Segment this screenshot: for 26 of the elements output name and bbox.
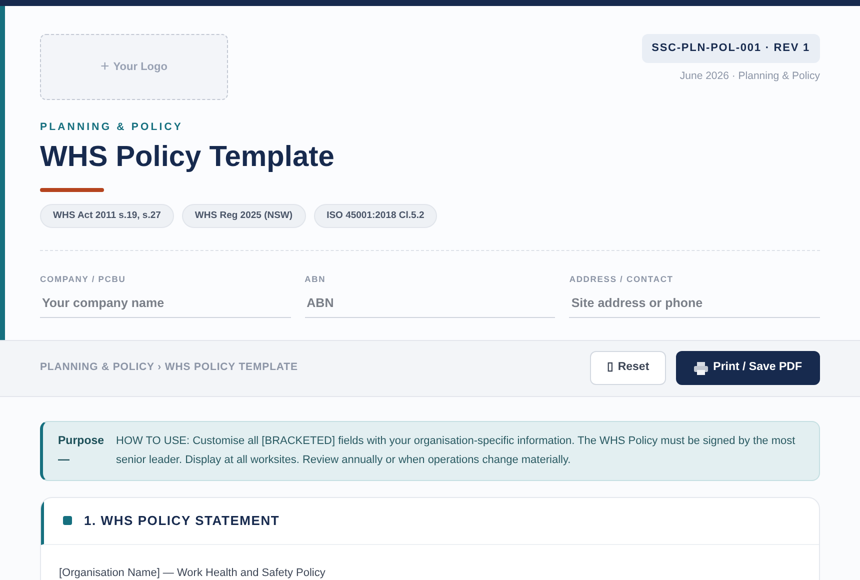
section-marker-icon — [63, 516, 72, 525]
field-label: ABN — [304, 273, 327, 286]
purpose-text: HOW TO USE: Customise all [BRACKETED] fields with your organisation-specific information. The WHS Policy must be signed by the most senior leader. Display at all worksites. Review annually or when operations change materially. — [116, 434, 796, 468]
printer-icon — [694, 362, 708, 374]
plus-icon: + — [100, 56, 110, 78]
document-id-badge: SSC-PLN-POL-001 · REV 1 — [642, 34, 820, 62]
document-meta: June 2026 · Planning & Policy — [680, 68, 820, 84]
text-field[interactable]: Your company name — [40, 294, 291, 318]
reference-tag: WHS Act 2011 s.19, s.27 — [40, 204, 174, 228]
text-field[interactable]: Site address or phone — [569, 294, 820, 318]
logo-label: Your Logo — [113, 60, 168, 75]
title-underline — [40, 188, 104, 192]
missing-glyph-icon: ▯ — [606, 359, 614, 377]
print-button[interactable]: Print / Save PDF — [676, 351, 820, 385]
section-text: [Organisation Name] — Work Health and Safety Policy — [59, 566, 326, 580]
field-label: ADDRESS / CONTACT — [569, 273, 674, 286]
category-label: PLANNING & POLICY — [40, 120, 184, 135]
text-field[interactable]: ABN — [304, 294, 556, 318]
reset-button[interactable]: ▯ Reset — [590, 351, 666, 385]
breadcrumb: PLANNING & POLICY › WHS POLICY TEMPLATE — [40, 360, 298, 376]
section-title: 1. WHS POLICY STATEMENT — [84, 512, 280, 530]
reference-tag: ISO 45001:2018 Cl.5.2 — [314, 204, 438, 228]
reference-tag: WHS Reg 2025 (NSW) — [182, 204, 306, 228]
page-title: WHS Policy Template — [40, 140, 336, 175]
purpose-label: Purpose — — [58, 434, 106, 468]
field-label: COMPANY / PCBU — [40, 273, 127, 286]
